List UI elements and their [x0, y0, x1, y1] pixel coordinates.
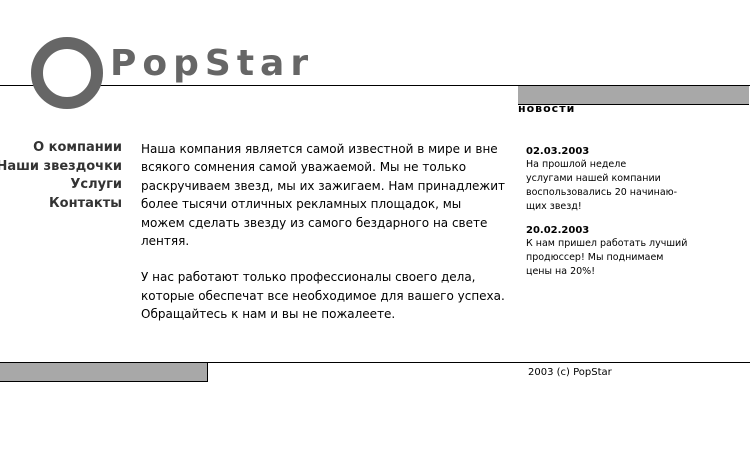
intro-paragraph: Наша компания является самой известной в… [141, 142, 506, 249]
news-item: 20.02.2003 К нам пришел работать лучший … [526, 224, 716, 279]
news-item: 02.03.2003 На прошлой неделе услугами на… [526, 145, 716, 214]
nav-link-services[interactable]: Услуги [0, 176, 122, 195]
news-heading: новости [518, 102, 576, 115]
main-nav: О компании Наши звездочки Услуги Контакт… [0, 139, 122, 213]
news-text: На прошлой неделе услугами нашей компани… [526, 159, 678, 212]
ring-logo-icon [31, 37, 103, 109]
nav-link-about[interactable]: О компании [0, 139, 122, 158]
site-logo-text: PopStar [110, 43, 315, 84]
news-list: 02.03.2003 На прошлой неделе услугами на… [526, 145, 716, 279]
main-content: Наша компания является самой известной в… [141, 140, 506, 324]
header-divider [0, 85, 750, 86]
team-paragraph: У нас работают только профессионалы свое… [141, 270, 505, 322]
news-date: 20.02.2003 [526, 225, 590, 236]
news-date: 02.03.2003 [526, 146, 590, 157]
footer-bar [0, 362, 208, 382]
news-text: К нам пришел работать лучший продюссер! … [526, 238, 688, 277]
nav-link-contacts[interactable]: Контакты [0, 195, 122, 214]
nav-link-stars[interactable]: Наши звездочки [0, 158, 122, 177]
copyright-text: 2003 (c) PopStar [528, 367, 612, 378]
